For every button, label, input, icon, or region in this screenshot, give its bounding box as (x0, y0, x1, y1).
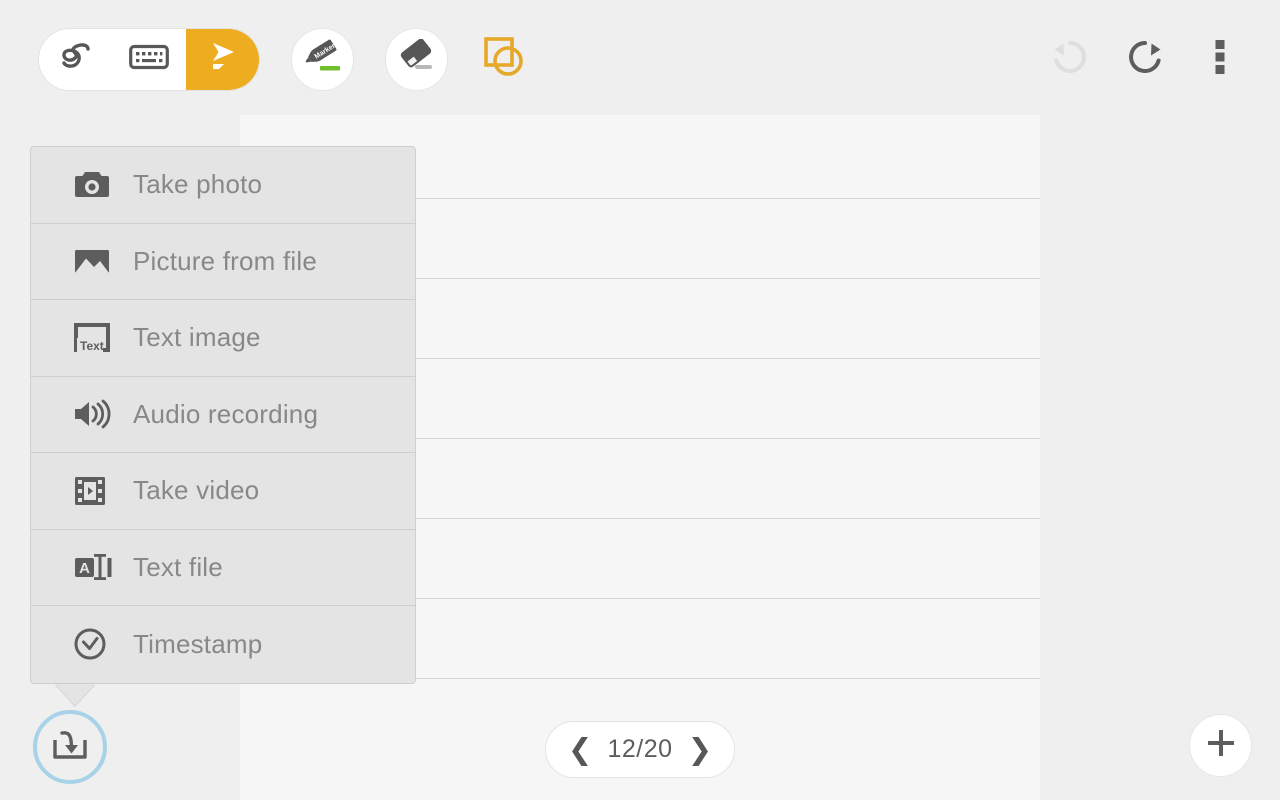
menu-item-label: Audio recording (133, 399, 318, 430)
menu-item-label: Timestamp (133, 629, 262, 660)
eraser-tool-button[interactable] (385, 28, 448, 91)
image-icon (73, 246, 119, 276)
overflow-menu-icon (1215, 38, 1225, 81)
menu-item-label: Take photo (133, 169, 262, 200)
text-image-icon: Text (73, 322, 119, 354)
svg-text:A: A (79, 560, 90, 577)
next-page-button[interactable]: ❯ (688, 735, 712, 764)
insert-button[interactable] (33, 710, 107, 784)
menu-item-label: Text file (133, 552, 223, 583)
page-indicator: 12/20 (607, 735, 672, 764)
keyboard-tool[interactable] (112, 29, 185, 90)
plus-icon (1205, 727, 1237, 764)
overflow-menu-button[interactable] (1188, 28, 1251, 91)
shapes-icon (481, 35, 527, 84)
menu-item-picture-from-file[interactable]: Picture from file (31, 224, 415, 301)
undo-button[interactable] (1038, 28, 1101, 91)
keyboard-icon (129, 43, 169, 76)
marker-pen-icon: Marker (301, 36, 345, 83)
note-editor-app: Marker (0, 0, 1280, 800)
svg-text:Text: Text (80, 339, 104, 353)
menu-item-take-video[interactable]: Take video (31, 453, 415, 530)
shapes-tool-button[interactable] (472, 28, 535, 91)
marker-tool-button[interactable]: Marker (291, 28, 354, 91)
highlighter-icon (205, 40, 239, 79)
film-strip-icon (73, 475, 119, 507)
pen-tool-group (38, 28, 260, 91)
menu-pointer-arrow (55, 684, 95, 706)
freehand-pen-tool[interactable] (39, 29, 112, 90)
undo-icon (1047, 34, 1093, 85)
menu-item-text-image[interactable]: Text Text image (31, 300, 415, 377)
menu-item-label: Picture from file (133, 246, 317, 277)
insert-menu: Take photo Picture from file Text Text i… (30, 146, 416, 684)
scribble-icon (58, 42, 94, 77)
camera-icon (73, 170, 119, 200)
redo-button[interactable] (1113, 28, 1176, 91)
page-navigation: ❮ 12/20 ❯ (545, 721, 735, 778)
add-page-button[interactable] (1189, 714, 1252, 777)
eraser-icon (396, 39, 438, 80)
menu-item-audio-recording[interactable]: Audio recording (31, 377, 415, 454)
redo-icon (1122, 34, 1168, 85)
text-file-icon: A (73, 551, 119, 583)
prev-page-button[interactable]: ❮ (568, 735, 592, 764)
top-toolbar: Marker (0, 0, 1280, 118)
menu-item-text-file[interactable]: A Text file (31, 530, 415, 607)
menu-item-timestamp[interactable]: Timestamp (31, 606, 415, 683)
menu-item-label: Text image (133, 322, 261, 353)
import-icon (51, 727, 89, 768)
clock-check-icon (73, 627, 119, 661)
menu-item-take-photo[interactable]: Take photo (31, 147, 415, 224)
highlighter-tool[interactable] (186, 29, 259, 90)
speaker-icon (73, 399, 119, 429)
menu-item-label: Take video (133, 475, 259, 506)
